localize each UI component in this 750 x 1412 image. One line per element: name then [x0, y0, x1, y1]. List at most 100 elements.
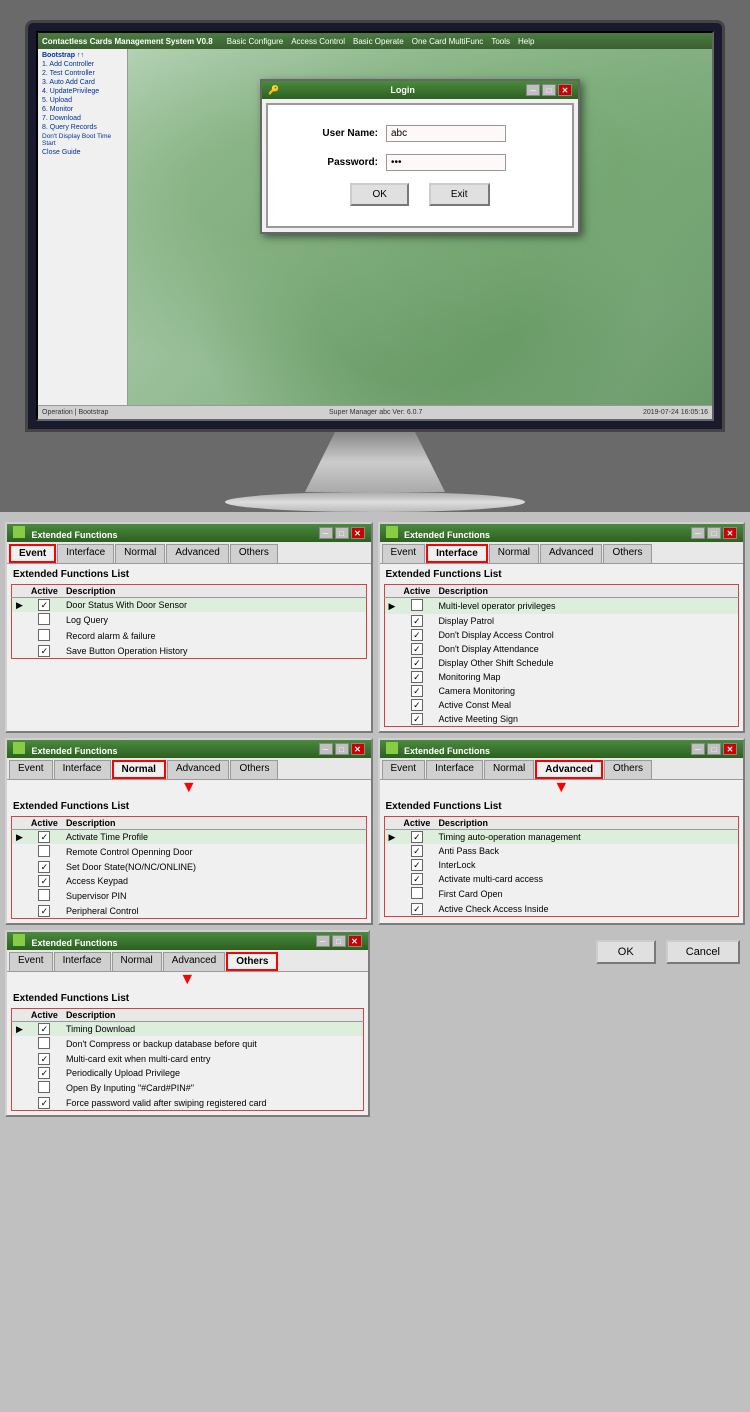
login-maximize-btn[interactable]: □ — [542, 84, 556, 96]
tab-2-event[interactable]: Event — [382, 544, 426, 563]
row-check[interactable] — [399, 712, 434, 727]
sidebar-add-controller[interactable]: 1. Add Controller — [40, 60, 125, 69]
row-check[interactable] — [27, 1066, 62, 1080]
row-check[interactable] — [27, 830, 62, 845]
row-check[interactable] — [399, 844, 434, 858]
sidebar-monitor[interactable]: 6. Monitor — [40, 105, 125, 114]
menu-help[interactable]: Help — [518, 37, 534, 46]
tab-3-event[interactable]: Event — [9, 760, 53, 779]
tab-5-event[interactable]: Event — [9, 952, 53, 971]
row-check[interactable] — [399, 886, 434, 902]
row-check[interactable] — [27, 628, 62, 644]
sidebar-close-guide[interactable]: Close Guide — [40, 148, 125, 157]
checkbox[interactable] — [38, 1097, 50, 1109]
ext-maximize-4[interactable]: □ — [707, 743, 721, 755]
checkbox[interactable] — [411, 873, 423, 885]
row-check[interactable] — [399, 614, 434, 628]
checkbox[interactable] — [38, 645, 50, 657]
ext-close-3[interactable]: ✕ — [351, 743, 365, 755]
checkbox[interactable] — [411, 685, 423, 697]
sidebar-dont-display[interactable]: Don't Display Boot Time Start — [40, 132, 125, 148]
row-check[interactable] — [399, 698, 434, 712]
login-ok-button[interactable]: OK — [350, 183, 408, 206]
checkbox[interactable] — [38, 845, 50, 857]
sidebar-download[interactable]: 7. Download — [40, 114, 125, 123]
login-exit-button[interactable]: Exit — [429, 183, 490, 206]
row-check[interactable] — [27, 904, 62, 919]
tab-5-interface[interactable]: Interface — [54, 952, 111, 971]
checkbox[interactable] — [38, 861, 50, 873]
tab-5-advanced[interactable]: Advanced — [163, 952, 225, 971]
ext-minimize-1[interactable]: ─ — [319, 527, 333, 539]
menu-one-card[interactable]: One Card MultiFunc — [412, 37, 484, 46]
tab-2-interface[interactable]: Interface — [426, 544, 488, 563]
checkbox[interactable] — [38, 1081, 50, 1093]
checkbox[interactable] — [38, 1053, 50, 1065]
ext-minimize-4[interactable]: ─ — [691, 743, 705, 755]
sidebar-bootstrap[interactable]: Bootstrap ↑↑ — [40, 51, 125, 60]
ok-button[interactable]: OK — [596, 940, 656, 964]
menu-access-control[interactable]: Access Control — [291, 37, 345, 46]
sidebar-test-controller[interactable]: 2. Test Controller — [40, 69, 125, 78]
tab-3-interface[interactable]: Interface — [54, 760, 111, 779]
row-check[interactable] — [399, 902, 434, 917]
row-check[interactable] — [27, 1022, 62, 1037]
row-check[interactable] — [399, 628, 434, 642]
checkbox[interactable] — [38, 889, 50, 901]
cancel-button[interactable]: Cancel — [666, 940, 740, 964]
row-check[interactable] — [27, 1096, 62, 1111]
checkbox[interactable] — [411, 671, 423, 683]
row-check[interactable] — [399, 858, 434, 872]
tab-1-advanced[interactable]: Advanced — [166, 544, 228, 563]
ext-minimize-2[interactable]: ─ — [691, 527, 705, 539]
row-check[interactable] — [399, 830, 434, 845]
menu-tools[interactable]: Tools — [491, 37, 510, 46]
tab-1-event[interactable]: Event — [9, 544, 56, 563]
checkbox[interactable] — [411, 887, 423, 899]
checkbox[interactable] — [38, 905, 50, 917]
tab-2-advanced[interactable]: Advanced — [540, 544, 602, 563]
row-check[interactable] — [399, 642, 434, 656]
tab-1-others[interactable]: Others — [230, 544, 278, 563]
tab-2-others[interactable]: Others — [603, 544, 651, 563]
checkbox[interactable] — [411, 859, 423, 871]
checkbox[interactable] — [411, 615, 423, 627]
checkbox[interactable] — [38, 1037, 50, 1049]
ext-minimize-5[interactable]: ─ — [316, 935, 330, 947]
ext-maximize-1[interactable]: □ — [335, 527, 349, 539]
checkbox[interactable] — [411, 599, 423, 611]
row-check[interactable] — [399, 656, 434, 670]
checkbox[interactable] — [38, 613, 50, 625]
tab-2-normal[interactable]: Normal — [489, 544, 539, 563]
ext-maximize-5[interactable]: □ — [332, 935, 346, 947]
row-check[interactable] — [399, 872, 434, 886]
row-check[interactable] — [27, 612, 62, 628]
row-check[interactable] — [27, 874, 62, 888]
username-input[interactable] — [386, 125, 506, 142]
password-input[interactable] — [386, 154, 506, 171]
checkbox[interactable] — [411, 629, 423, 641]
tab-4-event[interactable]: Event — [382, 760, 426, 779]
row-check[interactable] — [399, 670, 434, 684]
ext-close-5[interactable]: ✕ — [348, 935, 362, 947]
checkbox[interactable] — [38, 599, 50, 611]
tab-5-normal[interactable]: Normal — [112, 952, 162, 971]
tab-1-interface[interactable]: Interface — [57, 544, 114, 563]
checkbox[interactable] — [411, 845, 423, 857]
tab-3-advanced[interactable]: Advanced — [167, 760, 229, 779]
tab-3-normal[interactable]: Normal — [112, 760, 166, 779]
row-check[interactable] — [27, 1052, 62, 1066]
menu-basic-operate[interactable]: Basic Operate — [353, 37, 404, 46]
sidebar-update-privilege[interactable]: 4. UpdatePrivilege — [40, 87, 125, 96]
row-check[interactable] — [27, 860, 62, 874]
checkbox[interactable] — [38, 629, 50, 641]
sidebar-query-records[interactable]: 8. Query Records — [40, 123, 125, 132]
tab-1-normal[interactable]: Normal — [115, 544, 165, 563]
row-check[interactable] — [399, 598, 434, 615]
login-close-btn[interactable]: ✕ — [558, 84, 572, 96]
checkbox[interactable] — [411, 699, 423, 711]
tab-5-others[interactable]: Others — [226, 952, 278, 971]
row-check[interactable] — [399, 684, 434, 698]
row-check[interactable] — [27, 1036, 62, 1052]
checkbox[interactable] — [38, 875, 50, 887]
